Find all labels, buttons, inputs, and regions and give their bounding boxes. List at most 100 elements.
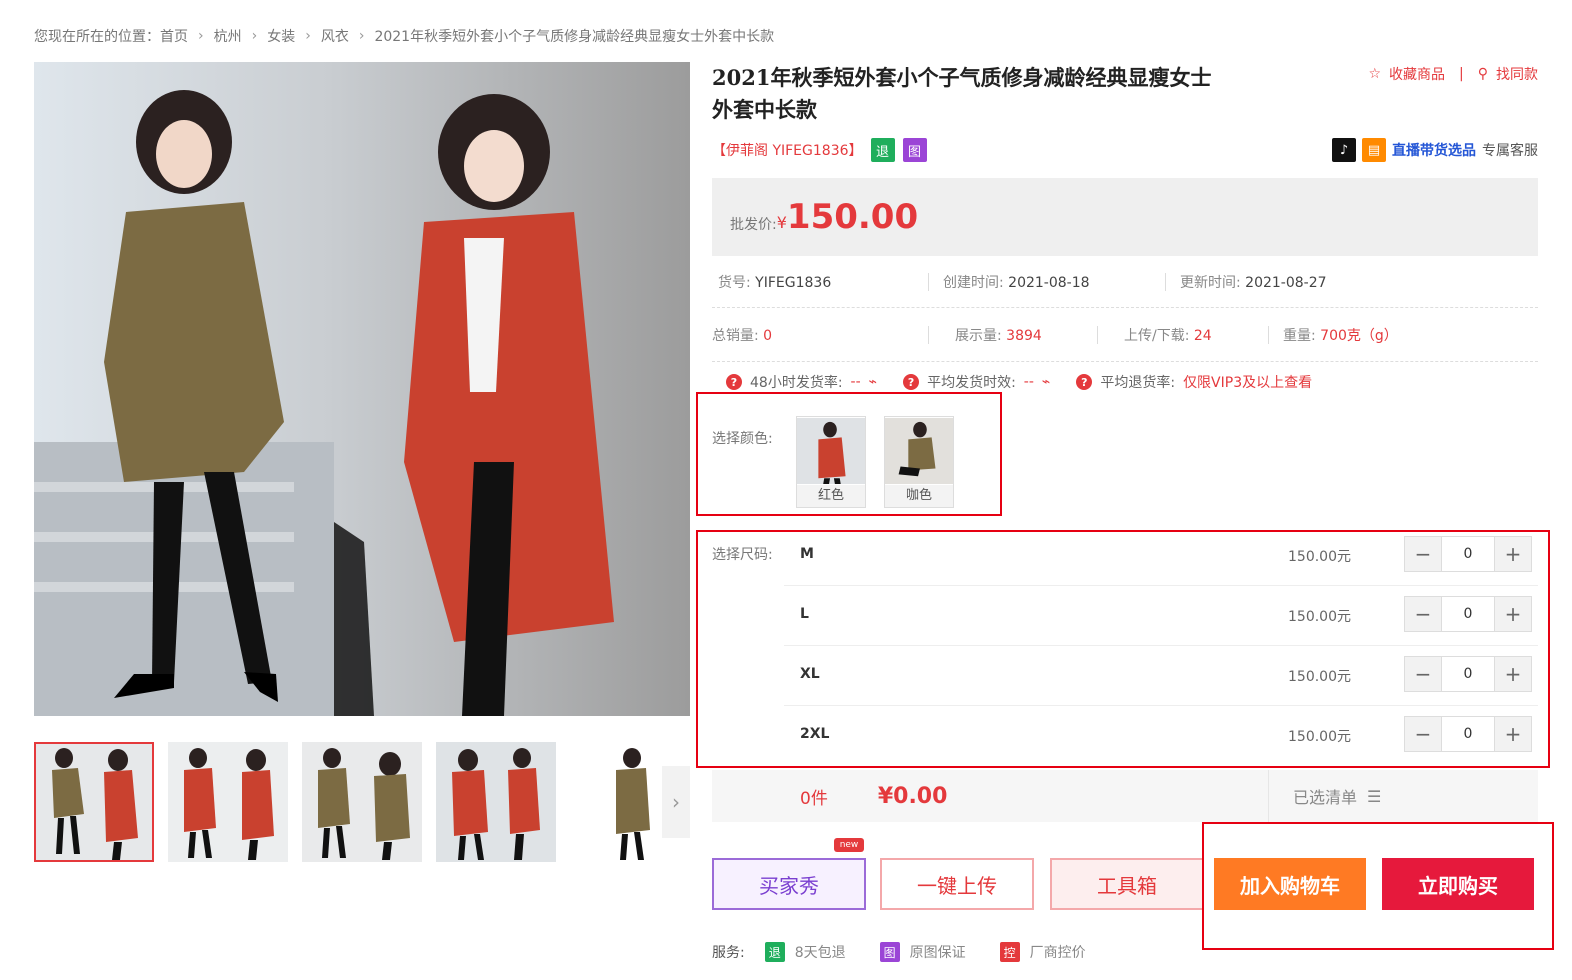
service-price-control: 厂商控价	[1029, 945, 1086, 961]
selected-total: ¥0.00	[877, 783, 948, 809]
thumbnail-3[interactable]	[302, 742, 422, 862]
service-original-image: 原图保证	[909, 945, 966, 961]
trend-icon[interactable]: ⌁	[869, 374, 877, 390]
buy-now-button[interactable]: 立即购买	[1382, 858, 1534, 910]
size-name: M	[800, 546, 814, 562]
sku-label: 货号:	[718, 274, 751, 291]
breadcrumb: 您现在所在的位置： 首页 › 杭州 › 女装 › 风衣 › 2021年秋季短外套…	[34, 26, 774, 46]
thumbnail-2[interactable]	[168, 742, 288, 862]
help-icon[interactable]: ?	[726, 374, 742, 390]
quantity-input[interactable]	[1441, 537, 1495, 571]
color-option-brown[interactable]: 咖色	[884, 416, 954, 508]
plus-button[interactable]: +	[1495, 597, 1531, 631]
services-label: 服务:	[712, 945, 745, 961]
chevron-right-icon: ›	[198, 28, 204, 44]
toolbox-label: 工具箱	[1097, 873, 1157, 898]
tiktok-icon: ♪	[1332, 138, 1356, 162]
title-actions: ☆ 收藏商品 | ⚲ 找同款	[1368, 64, 1538, 84]
favorite-link[interactable]: 收藏商品	[1389, 64, 1445, 84]
quantity-stepper: − +	[1404, 716, 1532, 752]
breadcrumb-subcategory[interactable]: 风衣	[321, 26, 349, 46]
divider: |	[1459, 66, 1464, 82]
live-suffix: 专属客服	[1482, 143, 1538, 159]
minus-button[interactable]: −	[1405, 717, 1441, 751]
quantity-input[interactable]	[1441, 597, 1495, 631]
live-row: ♪ ▤ 直播带货选品 专属客服	[1332, 138, 1538, 162]
search-icon: ⚲	[1477, 66, 1488, 82]
size-label: 选择尺码:	[712, 547, 773, 563]
find-similar-link[interactable]: 找同款	[1496, 64, 1538, 84]
chevron-right-icon: ›	[305, 28, 311, 44]
price-currency: ¥	[776, 212, 787, 232]
chevron-right-icon[interactable]: ›	[662, 766, 690, 838]
add-to-cart-button[interactable]: 加入购物车	[1214, 858, 1366, 910]
buyer-show-button[interactable]: 买家秀	[712, 858, 866, 910]
star-icon: ☆	[1368, 66, 1382, 82]
avg-ship-label: 平均发货时效:	[927, 375, 1016, 391]
breadcrumb-prefix: 您现在所在的位置：	[34, 29, 160, 45]
thumbnail-1[interactable]	[34, 742, 154, 862]
color-option-red[interactable]: 红色	[796, 416, 866, 508]
plus-button[interactable]: +	[1495, 657, 1531, 691]
new-tag: new	[834, 838, 864, 852]
quantity-input[interactable]	[1441, 657, 1495, 691]
brand-row: 【伊菲阁 YIFEG1836】 退 图	[712, 138, 927, 162]
order-summary: 0件 ¥0.00 已选清单 ☰	[712, 770, 1538, 822]
one-click-upload-button[interactable]: 一键上传	[880, 858, 1034, 910]
product-title: 2021年秋季短外套小个子气质修身减龄经典显瘦女士外套中长款	[712, 65, 1212, 122]
views-cell: 展示量: 3894	[929, 325, 1097, 345]
updated-cell: 更新时间: 2021-08-27	[1166, 272, 1327, 292]
size-price: 150.00元	[1288, 609, 1351, 625]
services-row: 服务: 退 8天包退 图 原图保证 控 厂商控价	[712, 942, 1110, 962]
size-select: 选择尺码: M 150.00元 − + L 150.00元 − + XL 150…	[712, 526, 1538, 766]
weight-cell: 重量: 700克（g）	[1269, 325, 1398, 345]
plus-button[interactable]: +	[1495, 537, 1531, 571]
minus-button[interactable]: −	[1405, 657, 1441, 691]
updated-value: 2021-08-27	[1245, 274, 1327, 291]
breadcrumb-category[interactable]: 女装	[267, 26, 295, 46]
meta-row-2: 总销量: 0 展示量: 3894 上传/下载: 24 重量: 700克（g）	[712, 308, 1538, 362]
buy-now-label: 立即购买	[1418, 873, 1498, 898]
sales-label: 总销量:	[712, 327, 759, 344]
color-select: 选择颜色: 红色 咖色	[712, 416, 972, 508]
image-badge: 图	[879, 942, 900, 962]
help-icon[interactable]: ?	[1076, 374, 1093, 390]
ship48-value: --	[850, 374, 861, 390]
return-badge: 退	[764, 942, 785, 962]
toolbox-button[interactable]: 工具箱	[1050, 858, 1204, 910]
selected-list-button[interactable]: 已选清单 ☰	[1268, 770, 1381, 822]
chevron-right-icon: ›	[251, 28, 258, 44]
size-name: 2XL	[800, 726, 830, 742]
size-name: XL	[800, 666, 820, 682]
trend-icon[interactable]: ⌁	[1042, 374, 1050, 390]
main-product-image[interactable]	[34, 62, 690, 716]
created-cell: 创建时间: 2021-08-18	[929, 272, 1165, 292]
views-value: 3894	[1006, 327, 1042, 344]
list-icon: ☰	[1367, 786, 1382, 806]
help-icon[interactable]: ?	[903, 374, 920, 390]
ship48-label: 48小时发货率:	[750, 375, 843, 391]
minus-button[interactable]: −	[1405, 537, 1441, 571]
breadcrumb-city[interactable]: 杭州	[214, 26, 242, 46]
minus-button[interactable]: −	[1405, 597, 1441, 631]
plus-button[interactable]: +	[1495, 717, 1531, 751]
created-label: 创建时间:	[943, 274, 1004, 291]
quantity-stepper: − +	[1404, 656, 1532, 692]
thumbnail-4[interactable]	[436, 742, 556, 862]
size-price: 150.00元	[1288, 669, 1351, 685]
breadcrumb-home[interactable]: 首页	[160, 26, 188, 46]
chevron-right-icon: ›	[358, 28, 365, 44]
quantity-input[interactable]	[1441, 717, 1495, 751]
created-value: 2021-08-18	[1008, 274, 1090, 291]
uploads-value: 24	[1193, 327, 1212, 344]
color-option-name: 红色	[797, 485, 865, 507]
size-row: L 150.00元 − +	[784, 586, 1538, 646]
brand-name[interactable]: 【伊菲阁 YIFEG1836】	[712, 140, 863, 160]
views-label: 展示量:	[955, 327, 1002, 344]
return-rate-value[interactable]: 仅限VIP3及以上查看	[1183, 372, 1312, 392]
sales-cell: 总销量: 0	[712, 325, 928, 345]
price-value: 150.00	[786, 197, 919, 237]
shop-stats: ? 48小时发货率: -- ⌁ ? 平均发货时效: -- ⌁ ? 平均退货率: …	[726, 372, 1312, 392]
live-selection-link[interactable]: 直播带货选品	[1392, 140, 1476, 160]
return-badge: 退	[870, 138, 895, 162]
